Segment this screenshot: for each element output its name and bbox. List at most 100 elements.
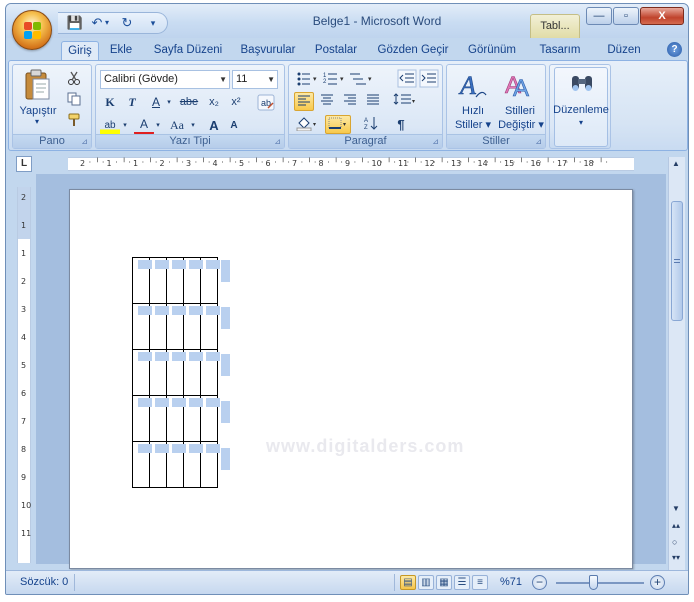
font-size-dropdown-icon[interactable]: ▼ — [267, 71, 275, 88]
paste-dropdown-icon[interactable]: ▾ — [31, 117, 43, 126]
word-table[interactable] — [132, 257, 220, 488]
scroll-down-arrow-icon[interactable]: ▼ — [672, 504, 680, 513]
table-cell[interactable] — [183, 441, 203, 488]
borders-button[interactable]: ▾ — [325, 115, 351, 134]
font-color-button[interactable]: A — [134, 116, 154, 135]
tab-postalar[interactable]: Postalar — [310, 41, 362, 60]
vertical-ruler[interactable]: 2 1 1 2 3 4 5 6 7 8 9 10 11 — [17, 187, 31, 563]
change-case-dropdown-icon[interactable]: ▾ — [188, 116, 198, 135]
increase-indent-icon[interactable] — [419, 69, 439, 88]
table-cell[interactable] — [200, 257, 220, 304]
outline-view-icon[interactable]: ☰ — [454, 575, 470, 590]
grow-font-button[interactable]: A — [204, 116, 224, 135]
align-right-button[interactable] — [340, 92, 360, 111]
shading-button[interactable]: ▾ — [294, 115, 320, 134]
paragraph-launcher-icon[interactable]: ⊿ — [432, 137, 439, 146]
cut-icon[interactable] — [67, 71, 81, 85]
minimize-button[interactable]: — — [586, 7, 612, 25]
shrink-font-button[interactable]: A — [224, 116, 244, 135]
clipboard-launcher-icon[interactable]: ⊿ — [81, 137, 88, 146]
table-cell[interactable] — [200, 303, 220, 350]
table-cell[interactable] — [200, 395, 220, 442]
tab-duzen[interactable]: Düzen — [601, 41, 647, 60]
font-name-combo[interactable]: Calibri (Gövde) ▼ — [100, 70, 230, 89]
close-button[interactable]: X — [640, 7, 684, 25]
paste-button[interactable]: Yapıştır — [17, 105, 59, 117]
justify-button[interactable] — [363, 92, 383, 111]
italic-button[interactable]: T — [122, 93, 142, 112]
scroll-up-arrow-icon[interactable]: ▲ — [672, 159, 680, 168]
table-cell[interactable] — [132, 441, 152, 488]
table-cell[interactable] — [132, 257, 152, 304]
underline-dropdown-icon[interactable]: ▾ — [164, 93, 174, 112]
bullets-icon[interactable] — [297, 72, 311, 86]
table-row[interactable] — [132, 395, 220, 442]
multilevel-list-icon[interactable] — [350, 73, 366, 85]
sort-button[interactable]: AZ — [361, 115, 381, 134]
table-cell[interactable] — [166, 441, 186, 488]
document-page[interactable]: www.digitalders.com — [69, 189, 633, 569]
table-row[interactable] — [132, 257, 220, 304]
line-spacing-button[interactable]: ▾ — [391, 92, 419, 111]
strikethrough-button[interactable]: abe — [176, 93, 202, 112]
table-cell[interactable] — [132, 349, 152, 396]
table-cell[interactable] — [166, 349, 186, 396]
vertical-scrollbar[interactable]: ▲ ▼ ▴▴ ○ ▾▾ — [668, 157, 685, 570]
underline-button[interactable]: A — [146, 93, 166, 112]
decrease-indent-icon[interactable] — [397, 69, 417, 88]
table-cell[interactable] — [132, 395, 152, 442]
table-cell[interactable] — [149, 441, 169, 488]
tab-basvurular[interactable]: Başvurular — [236, 41, 300, 60]
table-cell[interactable] — [166, 395, 186, 442]
tab-gozden-gecir[interactable]: Gözden Geçir — [373, 41, 453, 60]
previous-page-icon[interactable]: ▴▴ — [672, 521, 680, 530]
paste-icon[interactable] — [23, 69, 51, 101]
font-size-combo[interactable]: 11 ▼ — [232, 70, 278, 89]
table-cell[interactable] — [149, 303, 169, 350]
tab-selector-button[interactable]: L — [16, 156, 32, 172]
table-cell[interactable] — [183, 303, 203, 350]
maximize-button[interactable]: ▫ — [613, 7, 639, 25]
table-cell[interactable] — [149, 349, 169, 396]
tab-giris[interactable]: Giriş — [61, 41, 99, 60]
select-browse-object-icon[interactable]: ○ — [672, 537, 677, 547]
change-case-button[interactable]: Aa — [166, 116, 188, 135]
table-cell[interactable] — [183, 349, 203, 396]
draft-view-icon[interactable]: ≡ — [472, 575, 488, 590]
scrollbar-thumb[interactable] — [671, 201, 683, 321]
change-styles-icon[interactable]: A A — [504, 69, 536, 101]
copy-icon[interactable] — [67, 92, 81, 106]
show-marks-button[interactable]: ¶ — [391, 115, 411, 134]
subscript-button[interactable]: x₂ — [204, 93, 224, 112]
zoom-out-icon[interactable]: − — [532, 575, 547, 590]
table-cell[interactable] — [166, 257, 186, 304]
table-cell[interactable] — [183, 395, 203, 442]
font-name-dropdown-icon[interactable]: ▼ — [219, 71, 227, 88]
zoom-slider-track[interactable] — [556, 582, 644, 584]
format-painter-icon[interactable] — [67, 113, 81, 127]
highlight-button[interactable]: ab — [100, 116, 120, 135]
table-row[interactable] — [132, 441, 220, 488]
align-center-button[interactable] — [317, 92, 337, 111]
table-cell[interactable] — [200, 349, 220, 396]
font-launcher-icon[interactable]: ⊿ — [274, 137, 281, 146]
print-layout-view-icon[interactable]: ▤ — [400, 575, 416, 590]
table-tools-context-tab[interactable]: Tabl... — [530, 14, 580, 38]
zoom-in-icon[interactable]: + — [650, 575, 665, 590]
zoom-slider-thumb[interactable] — [588, 575, 598, 590]
table-cell[interactable] — [166, 303, 186, 350]
word-count[interactable]: Sözcük: 0 — [20, 576, 68, 588]
table-cell[interactable] — [149, 257, 169, 304]
clear-formatting-icon[interactable]: ab — [256, 93, 276, 112]
quick-styles-button[interactable]: Stiller ▾ — [451, 118, 495, 131]
web-layout-view-icon[interactable]: ▦ — [436, 575, 452, 590]
full-screen-reading-view-icon[interactable]: ▥ — [418, 575, 434, 590]
tab-gorunum[interactable]: Görünüm — [463, 41, 521, 60]
office-button[interactable] — [12, 10, 52, 50]
superscript-button[interactable]: x² — [226, 93, 246, 112]
horizontal-ruler[interactable]: 2 · ╵ · 1 · ╵ · 1 · ╵ · 2 · ╵ · 3 · ╵ · 4 · ╵ · 5 · ╵ · 6 · ╵ · 7 · ╵ · 8 · ╵ ·… — [68, 157, 634, 171]
table-cell[interactable] — [132, 303, 152, 350]
next-page-icon[interactable]: ▾▾ — [672, 553, 680, 562]
table-cell[interactable] — [149, 395, 169, 442]
tab-tasarim[interactable]: Tasarım — [534, 41, 586, 60]
